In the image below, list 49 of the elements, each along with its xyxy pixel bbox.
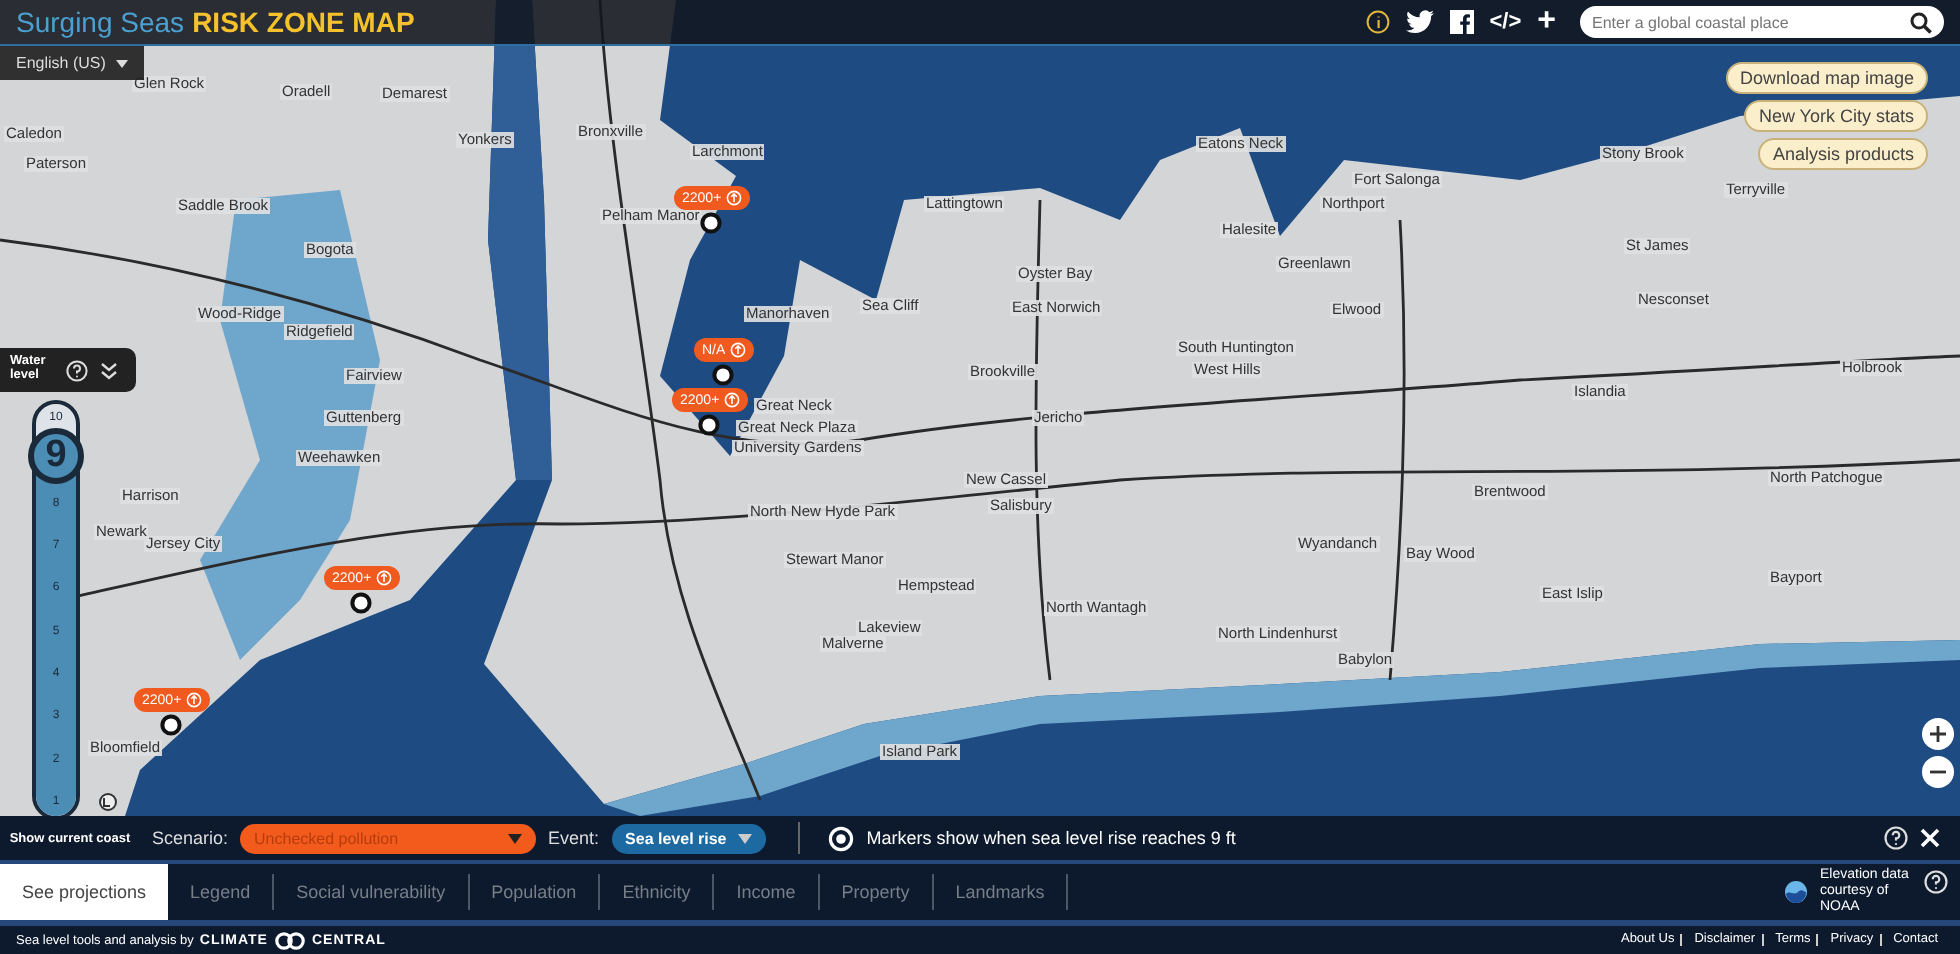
tab[interactable]: See projections	[0, 864, 169, 920]
up-arrow-icon	[375, 570, 392, 586]
search-field[interactable]: Enter a global coastal place	[1580, 6, 1944, 38]
marker-pin-icon[interactable]	[700, 212, 723, 234]
up-arrow-icon	[725, 190, 742, 206]
tab[interactable]: Income	[714, 874, 820, 910]
marker-ring-icon	[828, 825, 855, 851]
language-dropdown[interactable]: English (US)	[0, 46, 144, 80]
event-dropdown[interactable]: Sea level rise	[611, 823, 767, 853]
up-arrow-icon	[729, 342, 746, 358]
coast-toggle-icon[interactable]	[98, 792, 118, 812]
embed-icon[interactable]: </>	[1489, 10, 1522, 34]
marker-note: Markers show when sea level rise reaches 9 ft	[866, 828, 1236, 848]
marker-pin-icon[interactable]	[698, 414, 721, 436]
noaa-logo-icon	[1784, 880, 1808, 904]
help-icon[interactable]	[66, 359, 88, 381]
caret-icon	[115, 59, 128, 67]
app-title: Surging Seas	[16, 6, 185, 38]
slider-thumb[interactable]: 9	[28, 427, 84, 484]
map-action-button[interactable]: Analysis products	[1758, 138, 1928, 170]
search-icon[interactable]	[1910, 11, 1932, 33]
tab[interactable]: Legend	[168, 874, 275, 910]
tab[interactable]: Landmarks	[933, 874, 1069, 910]
caret-icon	[508, 833, 523, 843]
app-subtitle: RISK ZONE MAP	[192, 6, 415, 38]
up-arrow-icon	[185, 692, 202, 708]
tab[interactable]: Ethnicity	[600, 874, 715, 910]
help-icon[interactable]	[1924, 870, 1948, 894]
linked-rings-icon	[273, 931, 306, 949]
map-action-button[interactable]: Download map image	[1725, 62, 1928, 94]
plus-icon	[1930, 726, 1946, 742]
caret-icon	[738, 833, 753, 843]
tab[interactable]: Social vulnerability	[274, 874, 470, 910]
scenario-label: Scenario:	[152, 828, 229, 848]
up-arrow-icon	[723, 392, 740, 408]
map-action-button[interactable]: New York City stats	[1744, 100, 1928, 132]
marker-pin-icon[interactable]	[712, 364, 735, 386]
help-icon[interactable]	[1884, 826, 1908, 850]
event-label: Event:	[548, 828, 600, 848]
collapse-chevron-icon[interactable]	[100, 361, 118, 379]
close-icon[interactable]	[1920, 828, 1940, 848]
tab[interactable]: Population	[469, 874, 601, 910]
facebook-f-icon[interactable]	[1449, 10, 1474, 34]
add-icon[interactable]: +	[1537, 6, 1556, 38]
tab[interactable]: Property	[819, 874, 934, 910]
info-icon[interactable]	[1365, 10, 1390, 34]
marker-pin-icon[interactable]	[160, 714, 183, 736]
bird-icon[interactable]	[1405, 10, 1434, 34]
marker-pin-icon[interactable]	[350, 592, 373, 614]
